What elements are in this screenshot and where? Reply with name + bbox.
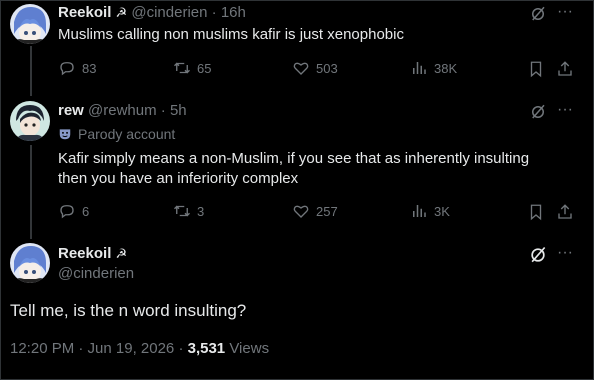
timestamp[interactable]: 5h — [170, 102, 187, 119]
display-name[interactable]: Reekoil — [58, 4, 111, 21]
bookmark-icon[interactable] — [526, 59, 546, 79]
reply-icon — [60, 205, 74, 219]
tweet-text: Kafir simply means a non-Muslim, if you … — [58, 149, 529, 189]
reply-count: 6 — [82, 203, 90, 219]
repost-count: 65 — [197, 60, 212, 76]
avatar[interactable] — [10, 4, 50, 44]
conversation-frame — [0, 0, 594, 380]
tweet-text-line: Kafir simply means a non-Muslim, if you … — [58, 150, 530, 167]
main-author-name[interactable]: Reekoil ☭ — [58, 245, 127, 262]
repost-count: 3 — [197, 203, 205, 219]
more-icon[interactable]: ··· — [555, 243, 575, 263]
main-handle[interactable]: @cinderien — [58, 265, 134, 282]
reply-count: 83 — [82, 60, 97, 76]
share-icon[interactable] — [555, 202, 575, 222]
more-glyph: ··· — [557, 101, 573, 118]
bookmark-icon[interactable] — [526, 202, 546, 222]
thread-line — [30, 46, 32, 96]
repost-button[interactable]: 3 — [173, 202, 204, 220]
like-icon — [293, 62, 309, 75]
thread-line — [30, 145, 32, 239]
views-number: 3,531 — [187, 340, 226, 357]
repost-icon — [174, 62, 190, 74]
more-icon[interactable]: ··· — [555, 2, 575, 22]
main-tweet-text: Tell me, is the n word insulting? — [10, 301, 247, 320]
tweet-header: rew @rewhum · 5h — [58, 102, 187, 119]
tweet-text-line: then you have an inferiority complex — [58, 170, 299, 187]
parody-mask-icon — [59, 129, 71, 140]
like-count: 503 — [316, 60, 338, 76]
display-name[interactable]: Reekoil — [58, 245, 111, 262]
main-timestamp[interactable]: 12:20 PM · Jun 19, 2026 · — [10, 340, 188, 357]
views-button[interactable]: 3K — [410, 202, 450, 220]
like-button[interactable]: 257 — [292, 202, 338, 220]
share-icon[interactable] — [555, 59, 575, 79]
tweet-text: Muslims calling non muslims kafir is jus… — [58, 26, 404, 43]
views-count: 3K — [434, 203, 450, 219]
repost-button[interactable]: 65 — [173, 59, 211, 77]
tweet-header: Reekoil ☭ @cinderien · 16h — [58, 4, 246, 21]
grok-icon[interactable] — [528, 4, 548, 24]
reply-icon — [60, 62, 74, 76]
timestamp[interactable]: 16h — [221, 4, 246, 21]
more-glyph: ··· — [557, 3, 573, 20]
avatar[interactable] — [10, 101, 50, 141]
reply-button[interactable]: 6 — [58, 202, 89, 220]
repost-icon — [174, 205, 190, 217]
grok-icon[interactable] — [528, 102, 548, 122]
badge-icon: ☭ — [115, 5, 128, 20]
separator-dot: · — [211, 4, 217, 21]
parody-label: Parody account — [58, 126, 175, 142]
like-button[interactable]: 503 — [292, 59, 338, 77]
reply-button[interactable]: 83 — [58, 59, 96, 77]
like-icon — [293, 205, 309, 218]
views-icon — [413, 62, 426, 74]
handle[interactable]: @rewhum — [88, 102, 157, 119]
handle[interactable]: @cinderien — [131, 4, 207, 21]
badge-icon: ☭ — [115, 246, 128, 261]
parody-text: Parody account — [78, 126, 176, 142]
avatar[interactable] — [10, 243, 50, 283]
main-meta: 12:20 PM · Jun 19, 2026 · 3,531 Views — [10, 340, 269, 357]
grok-icon[interactable] — [528, 245, 548, 265]
views-count: 38K — [434, 60, 458, 76]
views-icon — [413, 205, 426, 217]
like-count: 257 — [316, 203, 338, 219]
more-glyph: ··· — [557, 244, 573, 261]
more-icon[interactable]: ··· — [555, 100, 575, 120]
views-label: Views — [229, 340, 270, 357]
separator-dot: · — [160, 102, 166, 119]
display-name[interactable]: rew — [58, 102, 84, 119]
views-button[interactable]: 38K — [410, 59, 457, 77]
